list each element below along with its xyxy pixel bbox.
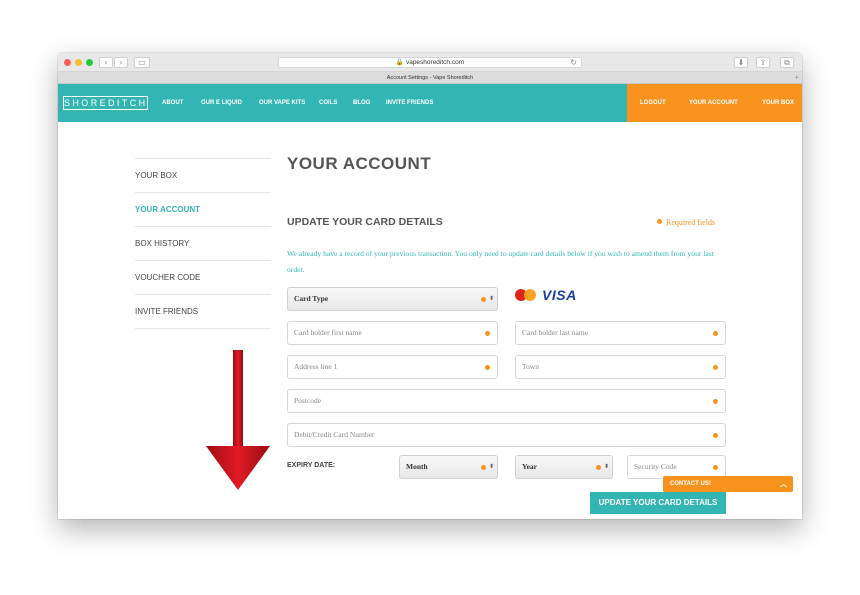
- select-arrows-icon: ⬍: [488, 295, 494, 302]
- required-dot-icon: [713, 365, 718, 370]
- card-type-select[interactable]: Card Type ⬍: [287, 287, 498, 311]
- card-type-value: Card Type: [294, 294, 329, 303]
- sidebar-item-your-account[interactable]: YOUR ACCOUNT: [135, 192, 271, 226]
- expiry-date-label: EXPIRY DATE:: [287, 462, 336, 469]
- expiry-month-select[interactable]: Month ⬍: [399, 455, 498, 479]
- last-name-input[interactable]: Card holder last name: [515, 321, 726, 345]
- address-input[interactable]: Address line 1: [287, 355, 498, 379]
- update-card-button[interactable]: UPDATE YOUR CARD DETAILS: [590, 492, 726, 514]
- chevron-right-icon[interactable]: ›: [114, 57, 128, 68]
- tab-title[interactable]: Account Settings - Vape Shoreditch: [387, 75, 473, 81]
- year-value: Year: [522, 462, 537, 471]
- town-input[interactable]: Town: [515, 355, 726, 379]
- card-number-input[interactable]: Debit/Credit Card Number: [287, 423, 726, 447]
- lock-icon: 🔒: [395, 59, 404, 66]
- required-dot-icon: [485, 331, 490, 336]
- address-placeholder: Address line 1: [294, 362, 338, 371]
- first-name-input[interactable]: Card holder first name: [287, 321, 498, 345]
- required-dot-icon: [596, 465, 601, 470]
- month-value: Month: [406, 462, 428, 471]
- nav-e-liquid[interactable]: OUR E LIQUID: [201, 84, 242, 122]
- first-name-placeholder: Card holder first name: [294, 328, 362, 337]
- chevron-up-icon: ︿: [780, 480, 787, 488]
- sidebar-item-voucher-code[interactable]: VOUCHER CODE: [135, 260, 271, 294]
- browser-toolbar: ‹ › ▭ 🔒 vapeshoreditch.com ↻ ⬇ ⇪ ⧉: [58, 53, 802, 72]
- browser-window: ‹ › ▭ 🔒 vapeshoreditch.com ↻ ⬇ ⇪ ⧉ Accoun…: [58, 53, 802, 519]
- reload-icon[interactable]: ↻: [570, 58, 577, 68]
- nav-about[interactable]: ABOUT: [162, 84, 183, 122]
- account-nav: LOGOUT YOUR ACCOUNT YOUR BOX: [627, 84, 802, 122]
- mastercard-logo: [515, 289, 537, 301]
- chevron-left-icon[interactable]: ‹: [99, 57, 113, 68]
- close-window-icon[interactable]: [64, 59, 71, 66]
- required-dot-icon: [481, 465, 486, 470]
- site-header: SHOREDITCH ABOUT OUR E LIQUID OUR VAPE K…: [58, 84, 802, 122]
- contact-us-label: CONTACT US!: [670, 481, 711, 487]
- address-bar[interactable]: 🔒 vapeshoreditch.com ↻: [278, 57, 582, 68]
- card-number-placeholder: Debit/Credit Card Number: [294, 430, 375, 439]
- new-tab-icon[interactable]: +: [794, 72, 799, 83]
- security-code-placeholder: Security Code: [634, 462, 677, 471]
- required-label: Required fields: [666, 218, 716, 227]
- required-dot-icon: [657, 219, 662, 224]
- sidebar-item-your-box[interactable]: YOUR BOX: [135, 158, 271, 192]
- sidebar-item-box-history[interactable]: BOX HISTORY: [135, 226, 271, 260]
- required-dot-icon: [485, 365, 490, 370]
- select-arrows-icon: ⬍: [603, 463, 609, 470]
- nav-coils[interactable]: COILS: [319, 84, 337, 122]
- select-arrows-icon: ⬍: [488, 463, 494, 470]
- page-title: YOUR ACCOUNT: [287, 154, 432, 173]
- nav-vape-kits[interactable]: OUR VAPE KITS: [259, 84, 305, 122]
- contact-us-tab[interactable]: CONTACT US! ︿: [663, 476, 793, 492]
- nav-logout[interactable]: LOGOUT: [640, 84, 666, 122]
- sidebar-divider: [135, 328, 271, 329]
- nav-invite-friends[interactable]: INVITE FRIENDS: [386, 84, 433, 122]
- sidebar-toggle-icon[interactable]: ▭: [134, 57, 150, 68]
- section-title: UPDATE YOUR CARD DETAILS: [287, 216, 443, 228]
- town-placeholder: Town: [522, 362, 539, 371]
- required-dot-icon: [713, 433, 718, 438]
- info-text: We already have a record of your previou…: [287, 249, 714, 274]
- sidebar-item-invite-friends[interactable]: INVITE FRIENDS: [135, 294, 271, 328]
- required-dot-icon: [713, 465, 718, 470]
- minimize-window-icon[interactable]: [75, 59, 82, 66]
- tabs-overview-icon[interactable]: ⧉: [780, 57, 794, 68]
- visa-logo: VISA: [542, 287, 577, 303]
- zoom-window-icon[interactable]: [86, 59, 93, 66]
- nav-your-box[interactable]: YOUR BOX: [762, 84, 794, 122]
- postcode-placeholder: Postcode: [294, 396, 322, 405]
- download-icon[interactable]: ⬇: [734, 57, 748, 68]
- url-text: vapeshoreditch.com: [405, 59, 465, 66]
- required-dot-icon: [713, 331, 718, 336]
- red-down-arrow-icon: [206, 350, 270, 490]
- last-name-placeholder: Card holder last name: [522, 328, 589, 337]
- tab-bar: Account Settings - Vape Shoreditch +: [58, 72, 802, 84]
- postcode-input[interactable]: Postcode: [287, 389, 726, 413]
- required-dot-icon: [713, 399, 718, 404]
- site-logo[interactable]: SHOREDITCH: [63, 96, 148, 110]
- required-fields-note: Required fields: [657, 218, 715, 227]
- required-dot-icon: [481, 297, 486, 302]
- share-icon[interactable]: ⇪: [756, 57, 770, 68]
- expiry-year-select[interactable]: Year ⬍: [515, 455, 613, 479]
- nav-your-account[interactable]: YOUR ACCOUNT: [689, 84, 738, 122]
- nav-blog[interactable]: BLOG: [353, 84, 370, 122]
